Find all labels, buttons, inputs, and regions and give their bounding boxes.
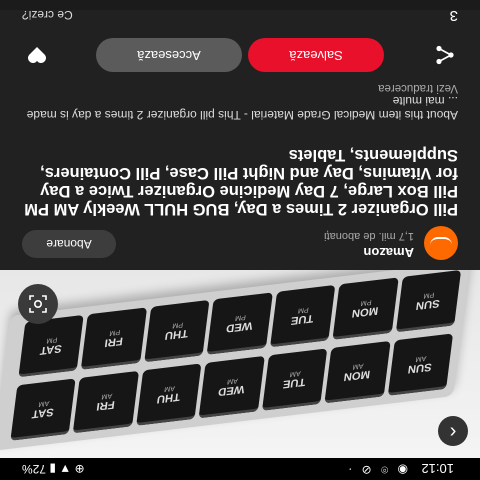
compartment-day: FRI [103, 334, 124, 349]
pill-compartment: TUE PM [269, 284, 336, 348]
pill-compartment: MON PM [332, 277, 399, 340]
subscriber-count: 1,7 mil. de abonați [324, 230, 414, 242]
pill-compartment: FRI PM [81, 307, 148, 370]
battery-icon: ⊕ ▼ ▮ 72% [22, 462, 85, 476]
save-button[interactable]: Salvează [248, 38, 384, 72]
compartment-day: TUE [282, 375, 307, 390]
lens-icon [29, 295, 47, 313]
translate-link[interactable]: Vezi traducerea [378, 82, 458, 94]
channel-row: Amazon 1,7 mil. de abonați Abonare [0, 218, 480, 270]
chevron-left-icon: ‹ [449, 421, 457, 443]
comment-question: Ce crezi? [22, 8, 73, 22]
channel-name[interactable]: Amazon [363, 245, 414, 260]
compartment-day: TUE [290, 311, 315, 327]
pill-compartment: SUN AM [387, 333, 454, 397]
pill-compartment: THU AM [136, 363, 202, 426]
pill-compartment: SAT PM [18, 314, 85, 378]
share-icon[interactable] [434, 44, 456, 66]
pill-compartment: THU PM [144, 299, 210, 363]
subscribe-button[interactable]: Abonare [22, 230, 116, 258]
product-title: Pill Organizer 2 Times a Day, BUG HULL W… [24, 146, 458, 218]
compartment-day: WED [225, 319, 254, 335]
pill-compartment: SUN PM [395, 270, 462, 333]
pill-compartment: MON AM [324, 340, 391, 404]
compartment-day: SUN [407, 360, 433, 376]
compartment-day: FRI [95, 398, 116, 413]
pill-compartment: SAT AM [10, 378, 77, 441]
notification-icons: ◉ ⌾ ⊘ · [345, 463, 408, 477]
compartment-day: THU [156, 390, 181, 405]
product-image[interactable]: ‹ ••• SUNAMMONAMTUEAMWEDAMTHUAMFRIAMSATA… [0, 270, 480, 458]
pill-compartment: WED PM [206, 292, 273, 355]
lens-button[interactable] [18, 284, 58, 324]
pill-box-illustration: SUN AM MON AM TUE AM WED AM THU AM FRI AM SAT AM SUN P… [0, 270, 471, 458]
compartment-day: SAT [39, 341, 63, 357]
pill-compartment: FRI AM [73, 370, 139, 434]
compartment-day: THU [164, 326, 189, 342]
compartment-day: MON [343, 367, 371, 383]
status-time: 10:12 [421, 461, 454, 476]
back-button[interactable]: ‹ [438, 416, 468, 446]
status-bar: 10:12 ◉ ⌾ ⊘ · ⊕ ▼ ▮ 72% [0, 458, 480, 480]
compartment-day: SAT [31, 405, 55, 420]
compartment-day: SUN [415, 296, 441, 312]
screen: 10:12 ◉ ⌾ ⊘ · ⊕ ▼ ▮ 72% ‹ ••• SUNAMMONAM… [0, 0, 480, 480]
pill-compartment: WED AM [198, 355, 265, 419]
amazon-logo[interactable] [424, 226, 458, 260]
compartment-day: MON [351, 304, 379, 320]
heart-icon[interactable] [26, 45, 48, 65]
action-row: Salvează Accesează [0, 38, 480, 72]
compartment-day: WED [217, 382, 246, 398]
product-description[interactable]: About this item Medical Grade Material -… [22, 94, 458, 122]
pill-compartment: TUE AM [261, 348, 328, 411]
navigation-bar [0, 0, 480, 10]
visit-button[interactable]: Accesează [96, 38, 242, 72]
